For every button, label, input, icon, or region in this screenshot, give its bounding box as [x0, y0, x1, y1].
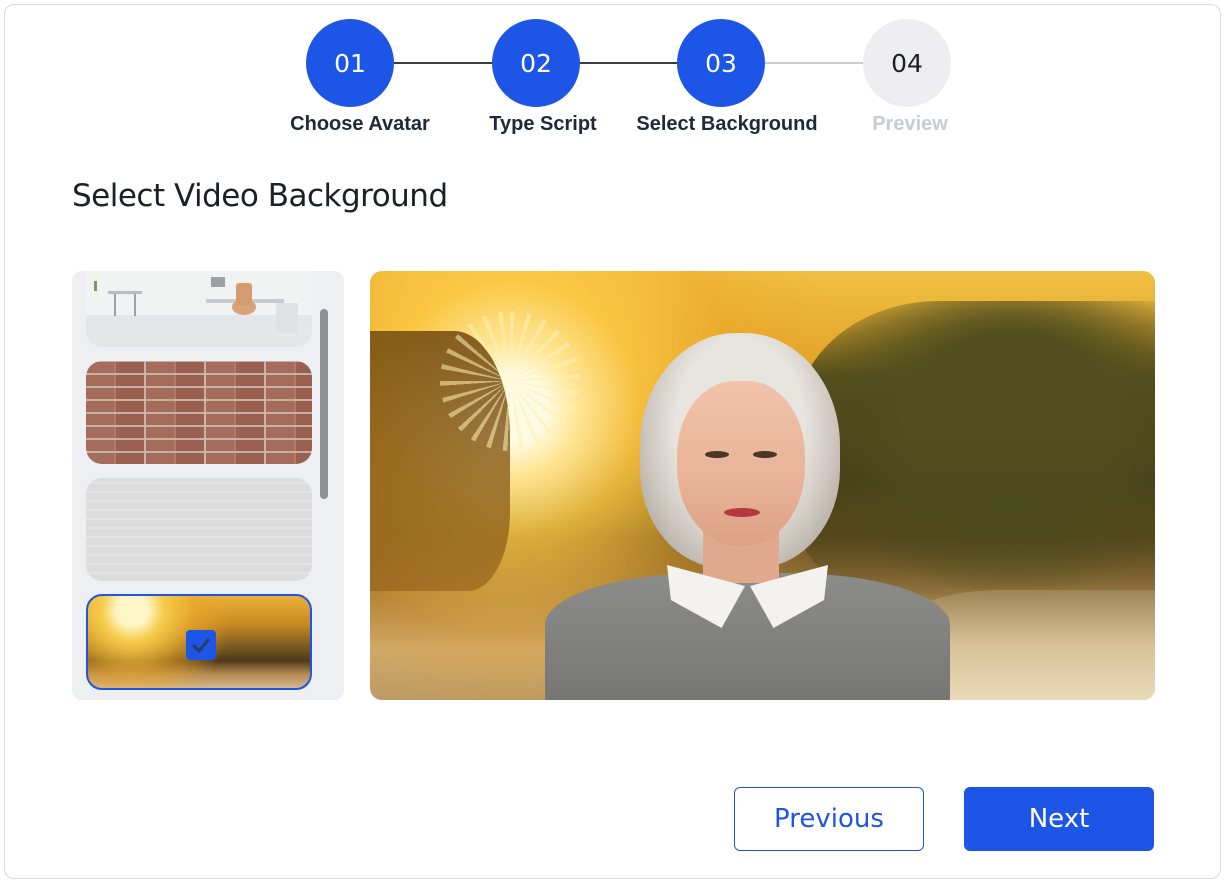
next-button[interactable]: Next [964, 787, 1154, 851]
page-title: Select Video Background [72, 178, 448, 214]
avatar-face [677, 381, 805, 546]
background-thumb-brick-wall[interactable] [86, 361, 312, 464]
avatar-figure [545, 333, 950, 700]
step-4-label: Preview [872, 113, 948, 135]
avatar-eye-right [753, 451, 777, 458]
background-thumb-white-plaster[interactable] [86, 478, 312, 581]
checkmark-icon[interactable] [186, 630, 216, 660]
previous-button[interactable]: Previous [734, 787, 924, 851]
avatar-mouth [724, 508, 760, 517]
step-2-label: Type Script [489, 113, 597, 135]
thumbnail-scrollbar[interactable] [320, 309, 328, 499]
step-2-circle[interactable]: 02 [492, 19, 580, 107]
video-preview [370, 271, 1155, 700]
step-1-circle[interactable]: 01 [306, 19, 394, 107]
avatar-eye-left [705, 451, 729, 458]
step-connector-1-2 [393, 62, 493, 64]
step-connector-3-4 [764, 62, 864, 64]
background-thumb-office[interactable] [86, 271, 312, 347]
step-4-circle[interactable]: 04 [863, 19, 951, 107]
step-connector-2-3 [579, 62, 679, 64]
step-3-label: Select Background [636, 113, 818, 135]
step-1-label: Choose Avatar [290, 113, 430, 135]
background-thumbnail-list[interactable] [72, 271, 344, 700]
office-scene-icon [86, 271, 312, 347]
background-thumb-sunset-forest[interactable] [86, 594, 312, 690]
avatar-sweater [545, 573, 950, 700]
step-3-circle[interactable]: 03 [677, 19, 765, 107]
